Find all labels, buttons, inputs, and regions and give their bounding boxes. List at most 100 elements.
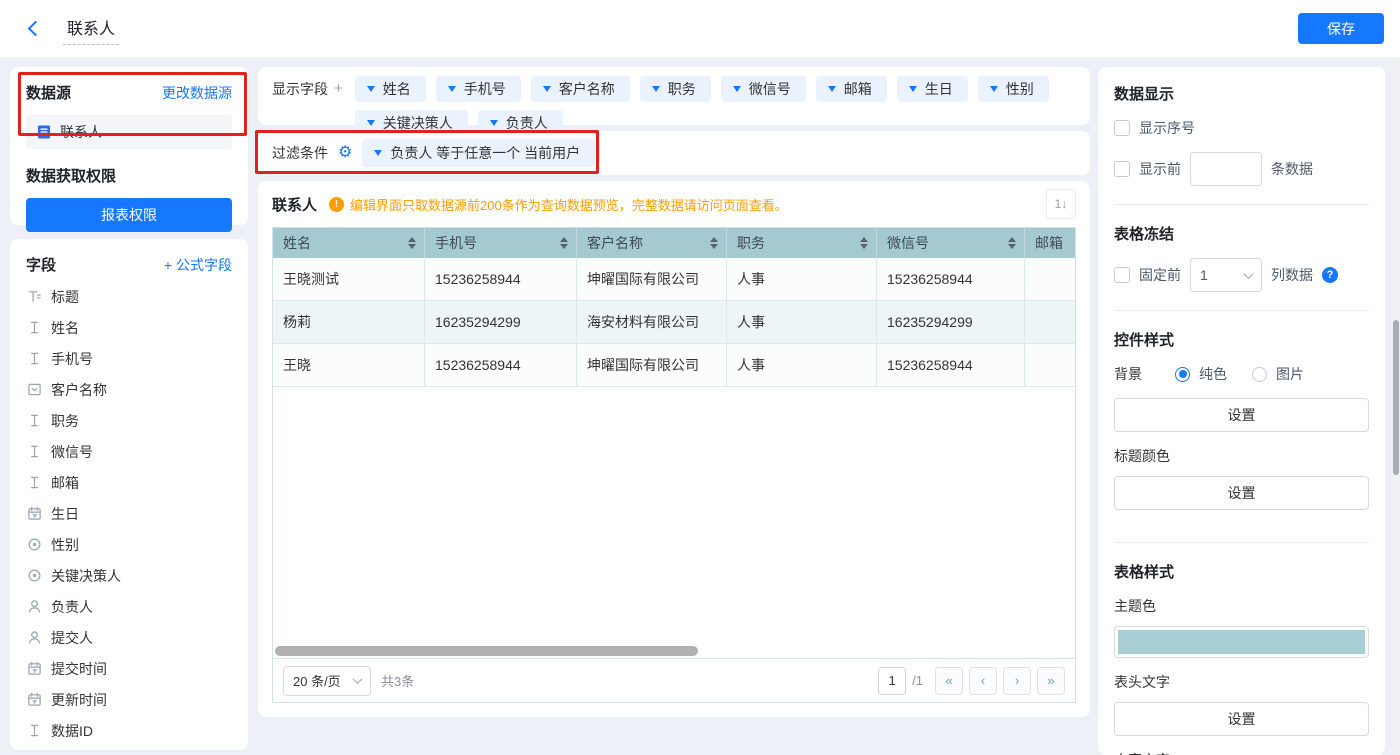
title-color-set-button[interactable]: 设置 bbox=[1114, 476, 1369, 510]
show-first-unit: 条数据 bbox=[1271, 159, 1313, 179]
back-icon[interactable] bbox=[28, 21, 44, 37]
show-first-checkbox[interactable] bbox=[1114, 161, 1130, 177]
display-field-chip-label: 生日 bbox=[925, 79, 953, 99]
field-item[interactable]: 手机号 bbox=[26, 343, 232, 374]
field-item[interactable]: 姓名 bbox=[26, 312, 232, 343]
field-item[interactable]: 提交人 bbox=[26, 622, 232, 653]
table-style-title: 表格样式 bbox=[1114, 561, 1369, 582]
display-fields-label: 显示字段 bbox=[272, 76, 328, 102]
display-field-chip[interactable]: 邮箱 bbox=[816, 76, 887, 102]
column-header[interactable]: 手机号 bbox=[425, 228, 577, 258]
sort-order-button[interactable]: 1↓ bbox=[1046, 189, 1076, 219]
column-header[interactable]: 客户名称 bbox=[577, 228, 727, 258]
display-field-chip[interactable]: 客户名称 bbox=[531, 76, 630, 102]
add-display-field-button[interactable]: + bbox=[334, 76, 343, 102]
freeze-title: 表格冻结 bbox=[1114, 223, 1369, 244]
sort-icon[interactable] bbox=[1008, 237, 1016, 249]
background-set-button[interactable]: 设置 bbox=[1114, 398, 1369, 432]
column-header[interactable]: 职务 bbox=[727, 228, 877, 258]
change-datasource-link[interactable]: 更改数据源 bbox=[162, 83, 232, 103]
table-cell: 海安材料有限公司 bbox=[577, 301, 727, 343]
sort-icon[interactable] bbox=[860, 237, 868, 249]
display-field-chip[interactable]: 生日 bbox=[897, 76, 968, 102]
display-field-chip-label: 职务 bbox=[668, 79, 696, 99]
horizontal-scrollbar bbox=[275, 646, 1073, 656]
next-page-button[interactable]: › bbox=[1003, 667, 1031, 695]
table-row[interactable]: 王晓测试15236258944坤曜国际有限公司人事15236258944 bbox=[273, 258, 1075, 301]
field-item[interactable]: 职务 bbox=[26, 405, 232, 436]
display-field-chip-label: 关键决策人 bbox=[383, 113, 453, 133]
permission-title: 数据获取权限 bbox=[26, 165, 232, 186]
table-header-row: 姓名手机号 客户名称职务微信号邮箱 bbox=[273, 228, 1075, 258]
show-first-count-input[interactable] bbox=[1190, 152, 1262, 186]
solid-color-radio[interactable] bbox=[1175, 367, 1190, 382]
vertical-scrollbar-thumb[interactable] bbox=[1393, 320, 1399, 475]
field-item-label: 标题 bbox=[51, 287, 79, 307]
field-item[interactable]: 数据ID bbox=[26, 715, 232, 746]
field-item[interactable]: 客户名称 bbox=[26, 374, 232, 405]
field-item[interactable]: 标题 bbox=[26, 281, 232, 312]
image-label: 图片 bbox=[1276, 364, 1304, 384]
header-text-set-button[interactable]: 设置 bbox=[1114, 702, 1369, 736]
last-page-button[interactable]: » bbox=[1037, 667, 1065, 695]
display-field-chip[interactable]: 姓名 bbox=[355, 76, 426, 102]
report-permission-button[interactable]: 报表权限 bbox=[26, 198, 232, 232]
display-field-chip[interactable]: 性别 bbox=[978, 76, 1049, 102]
background-label: 背景 bbox=[1114, 364, 1166, 384]
field-item[interactable]: 负责人 bbox=[26, 591, 232, 622]
show-index-label: 显示序号 bbox=[1139, 118, 1195, 138]
display-field-chip[interactable]: 微信号 bbox=[721, 76, 806, 102]
table-cell: 坤曜国际有限公司 bbox=[577, 258, 727, 300]
text-icon bbox=[26, 351, 42, 367]
table-cell: 15236258944 bbox=[877, 344, 1025, 386]
column-header[interactable]: 微信号 bbox=[877, 228, 1025, 258]
image-radio[interactable] bbox=[1252, 367, 1267, 382]
field-item[interactable]: 更新时间 bbox=[26, 684, 232, 715]
column-header-label: 手机号 bbox=[435, 233, 477, 253]
filter-condition-chip[interactable]: 负责人 等于任意一个 当前用户 bbox=[362, 139, 595, 167]
page-number-input[interactable] bbox=[878, 667, 906, 695]
column-header[interactable]: 邮箱 bbox=[1025, 228, 1076, 258]
save-button[interactable]: 保存 bbox=[1298, 13, 1384, 44]
field-item[interactable]: 微信号 bbox=[26, 436, 232, 467]
show-index-checkbox[interactable] bbox=[1114, 120, 1130, 136]
show-first-label: 显示前 bbox=[1139, 159, 1181, 179]
add-formula-field-link[interactable]: + 公式字段 bbox=[164, 255, 232, 275]
freeze-count-select[interactable]: 1 bbox=[1190, 258, 1262, 292]
chevron-down-icon bbox=[490, 120, 498, 126]
display-field-chip-label: 微信号 bbox=[749, 79, 791, 99]
chevron-down-icon bbox=[909, 86, 917, 92]
gear-icon[interactable]: ⚙ bbox=[338, 145, 352, 161]
first-page-button[interactable]: « bbox=[935, 667, 963, 695]
field-item[interactable]: 关键决策人 bbox=[26, 560, 232, 591]
display-fields-panel: 显示字段 + 姓名手机号客户名称职务微信号邮箱生日性别关键决策人负责人 bbox=[258, 67, 1090, 125]
freeze-checkbox[interactable] bbox=[1114, 267, 1130, 283]
sort-icon[interactable] bbox=[408, 237, 416, 249]
table-row[interactable]: 杨莉16235294299海安材料有限公司人事16235294299 bbox=[273, 301, 1075, 344]
field-item[interactable]: 提交时间 bbox=[26, 653, 232, 684]
field-item[interactable]: 生日 bbox=[26, 498, 232, 529]
field-item-label: 客户名称 bbox=[51, 380, 107, 400]
display-field-chip[interactable]: 职务 bbox=[640, 76, 711, 102]
sort-icon[interactable] bbox=[710, 237, 718, 249]
sort-icon[interactable] bbox=[560, 237, 568, 249]
fields-title: 字段 bbox=[26, 254, 56, 275]
column-header[interactable]: 姓名 bbox=[273, 228, 425, 258]
prev-page-button[interactable]: ‹ bbox=[969, 667, 997, 695]
page-size-select[interactable]: 20 条/页 bbox=[283, 666, 371, 696]
table-row[interactable]: 王晓15236258944坤曜国际有限公司人事15236258944 bbox=[273, 344, 1075, 387]
help-icon[interactable]: ? bbox=[1322, 267, 1338, 283]
field-item[interactable]: 性别 bbox=[26, 529, 232, 560]
table-cell: 王晓测试 bbox=[273, 258, 425, 300]
field-item[interactable]: 邮箱 bbox=[26, 467, 232, 498]
theme-color-picker[interactable] bbox=[1114, 626, 1369, 658]
table-cell: 人事 bbox=[727, 344, 877, 386]
field-list: 标题姓名手机号客户名称职务微信号邮箱生日性别关键决策人负责人提交人提交时间更新时… bbox=[26, 281, 232, 746]
display-field-chip[interactable]: 手机号 bbox=[436, 76, 521, 102]
text-icon bbox=[26, 444, 42, 460]
horizontal-scrollbar-thumb[interactable] bbox=[275, 646, 698, 656]
vertical-scrollbar bbox=[1392, 57, 1399, 755]
datasource-item-label: 联系人 bbox=[60, 122, 102, 142]
datasource-item[interactable]: 联系人 bbox=[26, 115, 232, 149]
warning-icon: ! bbox=[329, 197, 344, 212]
